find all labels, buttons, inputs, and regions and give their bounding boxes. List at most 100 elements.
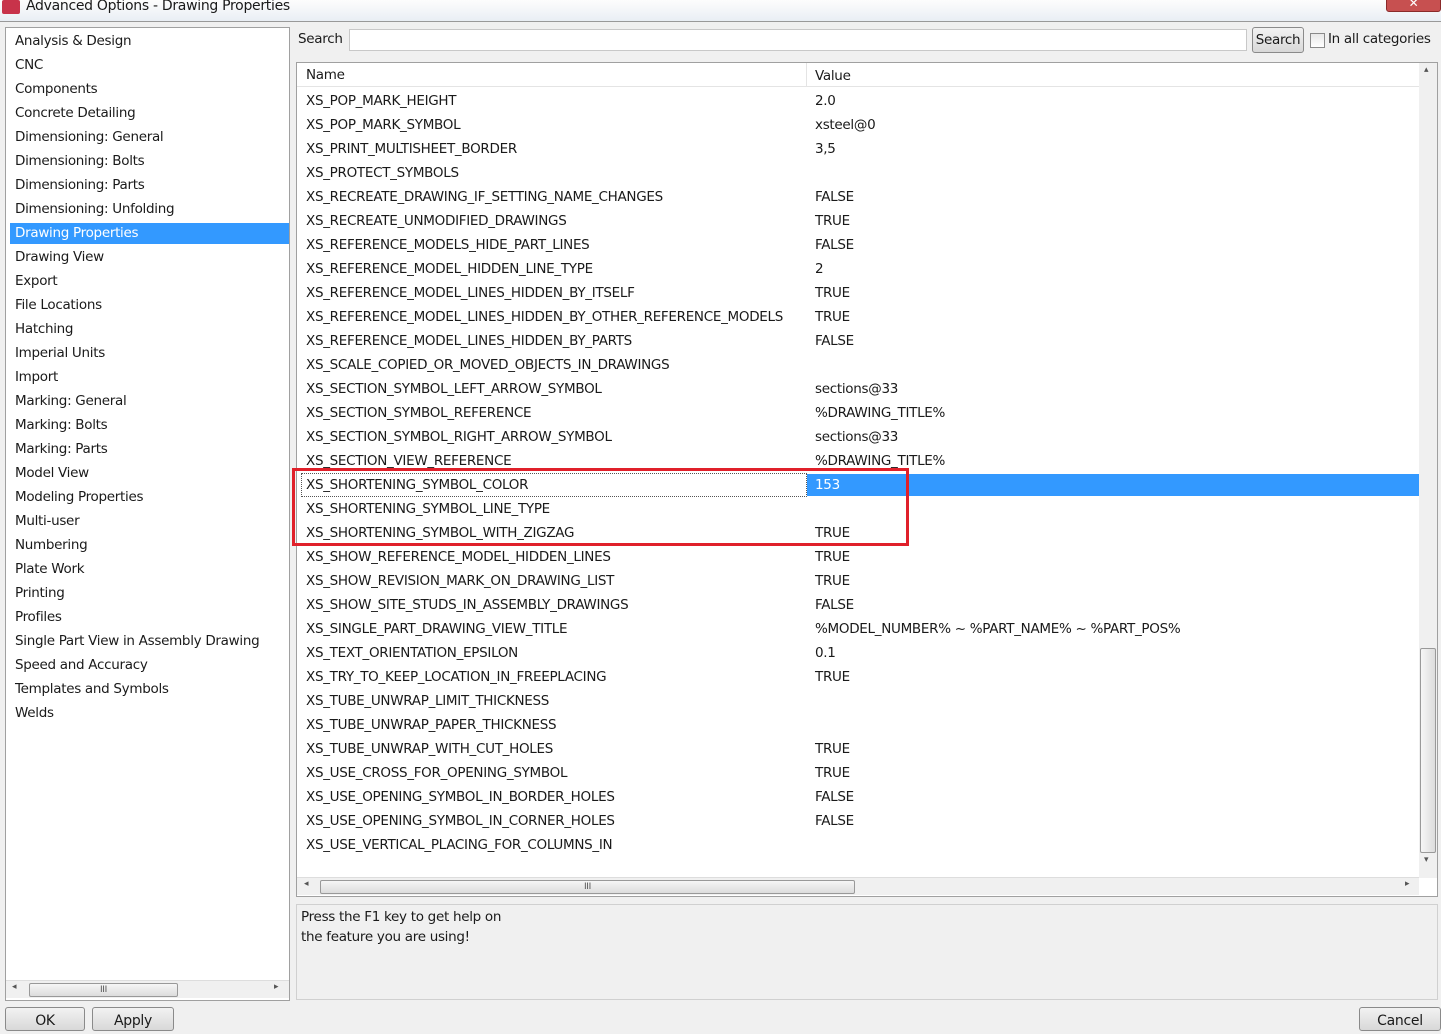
table-row[interactable]: XS_USE_OPENING_SYMBOL_IN_CORNER_HOLES FAL… <box>297 810 1419 832</box>
search-input[interactable] <box>349 29 1247 51</box>
table-row[interactable]: XS_RECREATE_DRAWING_IF_SETTING_NAME_CHAN… <box>297 186 1419 208</box>
category-item[interactable]: Dimensioning: Unfolding <box>10 199 289 220</box>
property-value[interactable]: 3,5 <box>815 138 836 160</box>
table-row[interactable]: XS_SECTION_SYMBOL_LEFT_ARROW_SYMBOL secti… <box>297 378 1419 400</box>
property-value[interactable]: xsteel@0 <box>815 114 876 136</box>
table-row[interactable]: XS_REFERENCE_MODEL_LINES_HIDDEN_BY_OTHER… <box>297 306 1419 328</box>
cancel-button[interactable]: Cancel <box>1359 1007 1441 1031</box>
table-row[interactable]: XS_USE_CROSS_FOR_OPENING_SYMBOL TRUE <box>297 762 1419 784</box>
table-row[interactable]: XS_SCALE_COPIED_OR_MOVED_OBJECTS_IN_DRAW… <box>297 354 1419 376</box>
table-row[interactable]: XS_TUBE_UNWRAP_LIMIT_THICKNESS <box>297 690 1419 712</box>
table-row[interactable]: XS_SHOW_REVISION_MARK_ON_DRAWING_LIST TRU… <box>297 570 1419 592</box>
category-item[interactable]: Imperial Units <box>10 343 289 364</box>
property-value[interactable]: FALSE <box>815 330 854 352</box>
category-item[interactable]: Dimensioning: Parts <box>10 175 289 196</box>
table-row[interactable]: XS_SECTION_SYMBOL_REFERENCE %DRAWING_TITL… <box>297 402 1419 424</box>
category-item[interactable]: Profiles <box>10 607 289 628</box>
close-button[interactable]: ✕ <box>1386 0 1441 12</box>
scroll-down-icon[interactable]: ▾ <box>1424 855 1429 865</box>
property-value[interactable]: TRUE <box>815 306 850 328</box>
scroll-left-icon[interactable]: ◂ <box>304 879 309 889</box>
category-item[interactable]: Drawing View <box>10 247 289 268</box>
table-row[interactable]: XS_SINGLE_PART_DRAWING_VIEW_TITLE %MODEL… <box>297 618 1419 640</box>
table-row[interactable]: XS_TRY_TO_KEEP_LOCATION_IN_FREEPLACING TR… <box>297 666 1419 688</box>
category-item[interactable]: Printing <box>10 583 289 604</box>
category-item[interactable]: Concrete Detailing <box>10 103 289 124</box>
table-horizontal-scrollbar[interactable]: ◂ III ▸ <box>297 877 1419 895</box>
category-item[interactable]: Dimensioning: General <box>10 127 289 148</box>
table-row[interactable]: XS_POP_MARK_HEIGHT 2.0 <box>297 90 1419 112</box>
table-row[interactable]: XS_USE_VERTICAL_PLACING_FOR_COLUMNS_IN <box>297 834 1419 856</box>
category-item[interactable]: Analysis & Design <box>10 31 289 52</box>
property-value[interactable]: TRUE <box>815 210 850 232</box>
ok-button[interactable]: OK <box>5 1007 85 1031</box>
property-value[interactable]: TRUE <box>815 546 850 568</box>
table-row[interactable]: XS_REFERENCE_MODEL_HIDDEN_LINE_TYPE 2 <box>297 258 1419 280</box>
table-row[interactable]: XS_RECREATE_UNMODIFIED_DRAWINGS TRUE <box>297 210 1419 232</box>
apply-button[interactable]: Apply <box>92 1007 174 1031</box>
category-item[interactable]: Export <box>10 271 289 292</box>
scroll-up-icon[interactable]: ▴ <box>1424 65 1429 75</box>
table-row[interactable]: XS_REFERENCE_MODEL_LINES_HIDDEN_BY_ITSEL… <box>297 282 1419 304</box>
scroll-thumb[interactable]: III <box>320 880 855 894</box>
property-value[interactable]: TRUE <box>815 666 850 688</box>
category-item[interactable]: Marking: Bolts <box>10 415 289 436</box>
category-item[interactable]: CNC <box>10 55 289 76</box>
table-row[interactable]: XS_POP_MARK_SYMBOL xsteel@0 <box>297 114 1419 136</box>
table-row[interactable]: XS_SHOW_REFERENCE_MODEL_HIDDEN_LINES TRUE <box>297 546 1419 568</box>
category-item[interactable]: Modeling Properties <box>10 487 289 508</box>
property-value[interactable]: sections@33 <box>815 426 898 448</box>
property-value[interactable]: FALSE <box>815 186 854 208</box>
table-row[interactable]: XS_USE_OPENING_SYMBOL_IN_BORDER_HOLES FAL… <box>297 786 1419 808</box>
property-value[interactable]: 0.1 <box>815 642 836 664</box>
all-categories-checkbox[interactable] <box>1310 33 1325 48</box>
category-item[interactable]: Welds <box>10 703 289 724</box>
column-header-name[interactable]: Name <box>306 67 345 83</box>
column-header-value[interactable]: Value <box>806 63 851 87</box>
category-item[interactable]: Single Part View in Assembly Drawing <box>10 631 289 652</box>
category-item[interactable]: Speed and Accuracy <box>10 655 289 676</box>
category-item[interactable]: Plate Work <box>10 559 289 580</box>
scroll-thumb[interactable] <box>1420 648 1436 853</box>
property-value[interactable]: FALSE <box>815 594 854 616</box>
property-value[interactable]: TRUE <box>815 762 850 784</box>
category-item[interactable]: Components <box>10 79 289 100</box>
table-row[interactable]: XS_REFERENCE_MODEL_LINES_HIDDEN_BY_PARTS… <box>297 330 1419 352</box>
category-item[interactable]: Dimensioning: Bolts <box>10 151 289 172</box>
category-horizontal-scrollbar[interactable]: ◂ III ▸ <box>6 980 289 998</box>
category-item[interactable]: Import <box>10 367 289 388</box>
table-row[interactable]: XS_TUBE_UNWRAP_PAPER_THICKNESS <box>297 714 1419 736</box>
category-item[interactable]: Multi-user <box>10 511 289 532</box>
property-value[interactable]: FALSE <box>815 810 854 832</box>
category-item[interactable]: Marking: General <box>10 391 289 412</box>
property-value[interactable]: FALSE <box>815 786 854 808</box>
property-value[interactable]: %MODEL_NUMBER% ~ %PART_NAME% ~ %PART_POS… <box>815 618 1181 640</box>
scroll-left-icon[interactable]: ◂ <box>12 982 17 992</box>
category-item[interactable]: Model View <box>10 463 289 484</box>
category-list[interactable]: Analysis & Design CNC Components Concrete D… <box>5 27 290 1001</box>
category-item[interactable]: File Locations <box>10 295 289 316</box>
scroll-right-icon[interactable]: ▸ <box>1405 879 1410 889</box>
table-row[interactable]: XS_PROTECT_SYMBOLS <box>297 162 1419 184</box>
category-item[interactable]: Hatching <box>10 319 289 340</box>
property-value[interactable]: sections@33 <box>815 378 898 400</box>
category-item[interactable]: Marking: Parts <box>10 439 289 460</box>
table-row[interactable]: XS_PRINT_MULTISHEET_BORDER 3,5 <box>297 138 1419 160</box>
property-value[interactable]: FALSE <box>815 234 854 256</box>
property-value[interactable]: 2.0 <box>815 90 836 112</box>
property-value[interactable]: TRUE <box>815 570 850 592</box>
table-row[interactable]: XS_SECTION_SYMBOL_RIGHT_ARROW_SYMBOL sect… <box>297 426 1419 448</box>
scroll-right-icon[interactable]: ▸ <box>274 982 279 992</box>
property-value[interactable]: TRUE <box>815 282 850 304</box>
property-value[interactable]: %DRAWING_TITLE% <box>815 402 945 424</box>
property-value[interactable]: 2 <box>815 258 824 280</box>
table-row[interactable]: XS_TUBE_UNWRAP_WITH_CUT_HOLES TRUE <box>297 738 1419 760</box>
scroll-thumb[interactable]: III <box>29 983 178 997</box>
property-value[interactable]: TRUE <box>815 738 850 760</box>
category-item[interactable]: Templates and Symbols <box>10 679 289 700</box>
category-item[interactable]: Numbering <box>10 535 289 556</box>
table-row[interactable]: XS_SHOW_SITE_STUDS_IN_ASSEMBLY_DRAWINGS F… <box>297 594 1419 616</box>
table-row[interactable]: XS_REFERENCE_MODELS_HIDE_PART_LINES FALSE <box>297 234 1419 256</box>
category-item[interactable]: Drawing Properties <box>10 223 289 244</box>
table-vertical-scrollbar[interactable]: ▴ ▾ <box>1419 63 1437 878</box>
